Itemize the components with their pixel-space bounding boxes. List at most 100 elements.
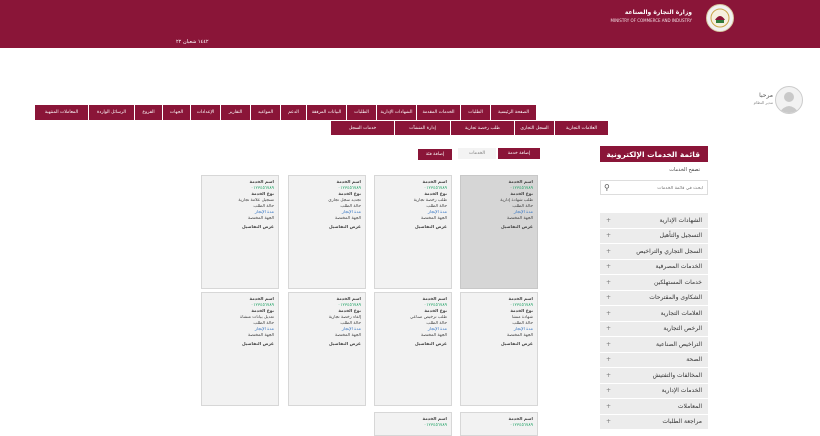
nav-item[interactable]: الدعم xyxy=(280,105,306,120)
subnav-item[interactable]: العلامات التجارية xyxy=(554,121,608,135)
nav-item[interactable]: التقارير xyxy=(220,105,250,120)
nav-item[interactable]: البيانات المرفقة xyxy=(306,105,346,120)
category-label: الخدمات الإدارية xyxy=(661,387,702,395)
add-service-button[interactable]: إضافة خدمة xyxy=(498,148,540,159)
service-card[interactable]: اسم الخدمة ٠١٢٣٤٥٦٧٨٩ xyxy=(374,412,452,436)
category-list: + الشهادات الإدارية + التسجيل والتأهيل + السج… xyxy=(600,213,708,430)
nav-item[interactable]: الإعدادات xyxy=(190,105,220,120)
expand-icon[interactable]: + xyxy=(606,418,611,425)
card-line: الجهة المختصة xyxy=(506,333,533,338)
category-item[interactable]: + الخدمات الإدارية xyxy=(600,383,708,399)
expand-icon[interactable]: + xyxy=(606,263,611,270)
card-line: الجهة المختصة xyxy=(334,333,361,338)
category-label: العلامات التجارية xyxy=(660,309,702,317)
category-item[interactable]: + الشهادات الإدارية xyxy=(600,213,708,229)
expand-icon[interactable]: + xyxy=(606,279,611,286)
nav-item[interactable]: الصفحة الرئيسية xyxy=(490,105,536,120)
category-label: المعاملات xyxy=(677,402,702,410)
category-item[interactable]: + خدمات المستهلكين xyxy=(600,275,708,291)
category-item[interactable]: + الخدمات المصرفية xyxy=(600,259,708,275)
profile-role: مدير النظام xyxy=(753,100,773,105)
card-line: ٠١٢٣٤٥٦٧٨٩ xyxy=(509,423,533,428)
service-card[interactable]: اسم الخدمة ٠١٢٣٤٥٦٧٨٩ xyxy=(460,412,538,436)
expand-icon[interactable]: + xyxy=(606,217,611,224)
expand-icon[interactable]: + xyxy=(606,248,611,255)
category-item[interactable]: + المخالفات والتفتيش xyxy=(600,368,708,384)
nav-item[interactable]: الفروع xyxy=(134,105,162,120)
category-label: الصحة xyxy=(686,356,702,364)
service-card[interactable]: اسم الخدمة ٠١٢٣٤٥٦٧٨٩ نوع الخدمة تجديد سجل … xyxy=(288,175,366,289)
category-item[interactable]: + مراجعة الطلبات xyxy=(600,414,708,430)
subnav-item[interactable]: السجل التجاري xyxy=(514,121,554,135)
search-icon[interactable]: ⚲ xyxy=(604,183,610,193)
sidebar-subtitle: تصفح الخدمات xyxy=(669,167,700,173)
nav-item[interactable]: الشهادات الإدارية xyxy=(376,105,416,120)
sidebar-title: قائمة الخدمات الإلكترونية xyxy=(600,146,708,162)
nav-item[interactable]: الرسائل الواردة xyxy=(88,105,134,120)
subnav-item[interactable]: طلب رخصة تجارية xyxy=(450,121,514,135)
category-label: الشكاوى والمقترحات xyxy=(649,294,702,302)
card-details-link[interactable]: عرض التفاصيل xyxy=(205,342,274,348)
expand-icon[interactable]: + xyxy=(606,232,611,239)
expand-icon[interactable]: + xyxy=(606,310,611,317)
category-item[interactable]: + التراخيص الصناعية xyxy=(600,337,708,353)
card-line: الجهة المختصة xyxy=(334,216,361,221)
category-item[interactable]: + الرخص التجارية xyxy=(600,321,708,337)
card-line: الجهة المختصة xyxy=(420,333,447,338)
ministry-name-ar: وزارة التجارة والصناعة xyxy=(624,9,692,16)
category-label: مراجعة الطلبات xyxy=(662,418,702,426)
category-item[interactable]: + السجل التجاري والتراخيص xyxy=(600,244,708,260)
nav-item[interactable]: الخدمات المقدمة xyxy=(416,105,460,120)
category-label: السجل التجاري والتراخيص xyxy=(636,247,702,255)
expand-icon[interactable]: + xyxy=(606,294,611,301)
category-item[interactable]: + المعاملات xyxy=(600,399,708,415)
expand-icon[interactable]: + xyxy=(606,325,611,332)
card-details-link[interactable]: عرض التفاصيل xyxy=(378,225,447,231)
card-details-link[interactable]: عرض التفاصيل xyxy=(292,342,361,348)
card-details-link[interactable]: عرض التفاصيل xyxy=(464,342,533,348)
card-details-link[interactable]: عرض التفاصيل xyxy=(378,342,447,348)
category-item[interactable]: + العلامات التجارية xyxy=(600,306,708,322)
service-card[interactable]: اسم الخدمة ٠١٢٣٤٥٦٧٨٩ نوع الخدمة تعديل بيان… xyxy=(201,292,279,406)
add-category-button[interactable]: إضافة فئة xyxy=(418,149,452,160)
services-filter-button[interactable]: الخدمات xyxy=(458,148,496,159)
header-date: ١٤٤٢ شعبان ٢٢ xyxy=(176,39,209,45)
ministry-emblem-icon[interactable] xyxy=(706,4,734,32)
subnav-item[interactable]: إدارة المنشآت xyxy=(394,121,450,135)
category-item[interactable]: + الشكاوى والمقترحات xyxy=(600,290,708,306)
service-card[interactable]: اسم الخدمة ٠١٢٣٤٥٦٧٨٩ نوع الخدمة شهادة منشأ… xyxy=(460,292,538,406)
sidebar-search: ⚲ xyxy=(600,180,708,195)
nav-item[interactable]: الطلبات xyxy=(460,105,490,120)
subnav-item[interactable]: خدمات السجل xyxy=(330,121,394,135)
card-details-link[interactable]: عرض التفاصيل xyxy=(464,225,533,231)
nav-item[interactable]: الجهات xyxy=(162,105,190,120)
expand-icon[interactable]: + xyxy=(606,356,611,363)
nav-item[interactable]: المعاملات المنتهية xyxy=(34,105,88,120)
avatar[interactable] xyxy=(775,86,803,114)
category-item[interactable]: + الصحة xyxy=(600,352,708,368)
card-line: الجهة المختصة xyxy=(247,216,274,221)
ministry-name-en: MINISTRY OF COMMERCE AND INDUSTRY xyxy=(610,18,693,23)
user-profile[interactable]: مرحبا مدير النظام xyxy=(745,86,805,114)
category-label: خدمات المستهلكين xyxy=(653,278,702,286)
category-label: المخالفات والتفتيش xyxy=(652,371,702,379)
expand-icon[interactable]: + xyxy=(606,403,611,410)
expand-icon[interactable]: + xyxy=(606,372,611,379)
search-input[interactable] xyxy=(615,182,705,195)
service-card[interactable]: اسم الخدمة ٠١٢٣٤٥٦٧٨٩ نوع الخدمة طلب شهادة … xyxy=(460,175,538,289)
category-item[interactable]: + التسجيل والتأهيل xyxy=(600,228,708,244)
expand-icon[interactable]: + xyxy=(606,387,611,394)
header-bar: وزارة التجارة والصناعة MINISTRY OF COMME… xyxy=(0,0,820,48)
card-details-link[interactable]: عرض التفاصيل xyxy=(205,225,274,231)
expand-icon[interactable]: + xyxy=(606,341,611,348)
nav-item[interactable]: الطلبات xyxy=(346,105,376,120)
nav-item[interactable]: المواعيد xyxy=(250,105,280,120)
card-line: الجهة المختصة xyxy=(506,216,533,221)
profile-name: مرحبا xyxy=(759,92,773,99)
service-card[interactable]: اسم الخدمة ٠١٢٣٤٥٦٧٨٩ نوع الخدمة تسجيل علام… xyxy=(201,175,279,289)
service-card[interactable]: اسم الخدمة ٠١٢٣٤٥٦٧٨٩ نوع الخدمة طلب ترخيص … xyxy=(374,292,452,406)
service-card[interactable]: اسم الخدمة ٠١٢٣٤٥٦٧٨٩ نوع الخدمة طلب رخصة ت… xyxy=(374,175,452,289)
card-details-link[interactable]: عرض التفاصيل xyxy=(292,225,361,231)
category-label: التراخيص الصناعية xyxy=(655,340,702,348)
service-card[interactable]: اسم الخدمة ٠١٢٣٤٥٦٧٨٩ نوع الخدمة إلغاء رخصة… xyxy=(288,292,366,406)
